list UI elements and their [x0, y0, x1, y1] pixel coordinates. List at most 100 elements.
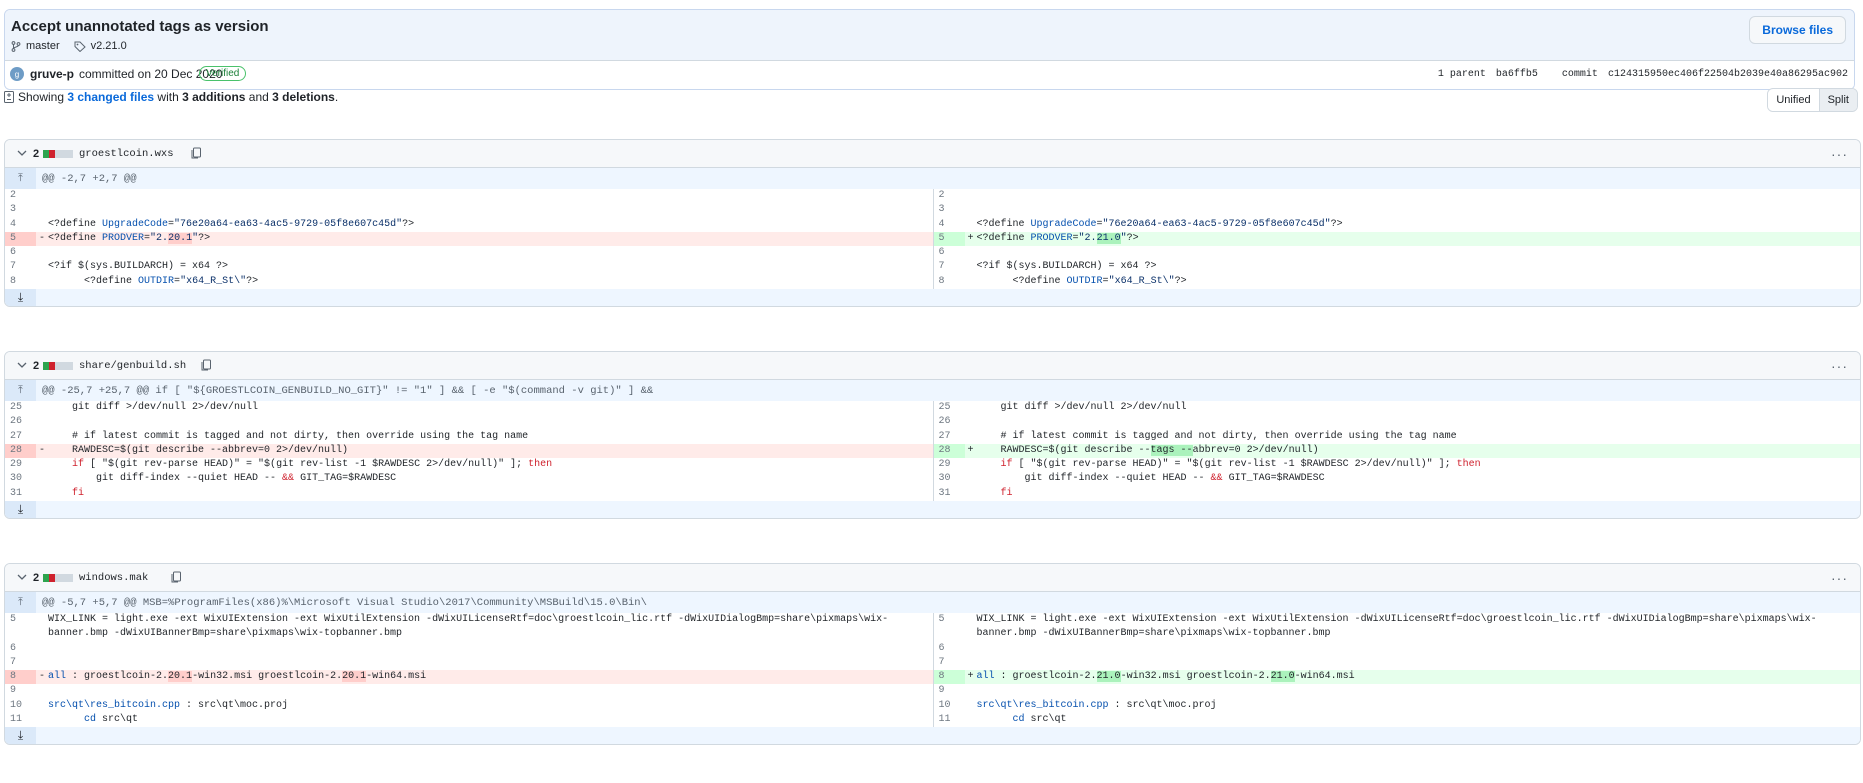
- commit-refs: master v2.21.0: [11, 40, 141, 52]
- diff-line-added: 8 + all : groestlcoin-2.21.0-win32.msi gro…: [933, 670, 1860, 685]
- commit-sha: c124315950ec406f22504b2039e40a86295ac902: [1607, 69, 1848, 80]
- diff-left: 25 git diff >/dev/null 2>/dev/null 26 27…: [5, 401, 933, 501]
- expand-row: ⤓: [5, 289, 1860, 307]
- diff-line: 9: [938, 685, 945, 697]
- diffstat: [43, 362, 73, 370]
- diff-line: 2: [10, 190, 17, 201]
- tag-ref[interactable]: v2.21.0: [74, 40, 127, 52]
- diff-right: 5 WIX_LINK = light.exe -ext WixUIExtensio…: [932, 613, 1860, 728]
- tag-name: v2.21.0: [90, 40, 127, 52]
- change-count: 2: [33, 148, 40, 160]
- diff-line: 25 git diff >/dev/null 2>/dev/null: [938, 402, 1187, 413]
- diff-line: 31 fi: [938, 487, 1013, 499]
- expand-up-icon[interactable]: ⤒: [5, 592, 36, 613]
- split-view-button[interactable]: Split: [1818, 89, 1857, 111]
- expand-down-icon[interactable]: ⤓: [5, 501, 36, 519]
- split-diff: 2 3 4 <?define UpgradeCode="76e20a64-ea63…: [5, 189, 1860, 290]
- hunk-text: @@ -5,7 +5,7 @@ MSB=%ProgramFiles(x86)%\…: [42, 596, 647, 609]
- diff-line: 8 <?define OUTDIR="x64_R_St\"?>: [938, 275, 1187, 287]
- expand-up-icon[interactable]: ⤒: [5, 380, 36, 401]
- file-header: 2 share/genbuild.sh ···: [5, 352, 1860, 380]
- copy-icon[interactable]: [201, 359, 212, 371]
- diff-line: 30 git diff-index --quiet HEAD -- && GIT…: [938, 473, 1325, 485]
- hunk-header: ⤒ @@ -25,7 +25,7 @@ if [ "${GROESTLCOIN_…: [5, 380, 1860, 401]
- parent-label: 1 parent: [1437, 69, 1486, 80]
- commit-header: Accept unannotated tags as version maste…: [4, 9, 1855, 90]
- diff-line: 6: [938, 247, 945, 259]
- diff-line: 3: [938, 204, 945, 216]
- diff-right: 2 3 4 <?define UpgradeCode="76e20a64-ea63…: [932, 189, 1860, 290]
- commit-title: Accept unannotated tags as version: [11, 18, 269, 35]
- file-name[interactable]: share/genbuild.sh: [79, 360, 186, 372]
- file-header: 2 windows.mak ···: [5, 564, 1860, 592]
- diff-line-deleted: 28- RAWDESC=$(git describe --abbrev=0 2>…: [5, 443, 933, 459]
- summary-period: .: [334, 90, 339, 104]
- diff-line: 29 if [ "$(git rev-parse HEAD)" = "$(git…: [938, 459, 1481, 471]
- diff-line: 11 cd src\qt: [10, 714, 139, 726]
- diff-line: 25 git diff >/dev/null 2>/dev/null: [10, 402, 259, 413]
- diff-line: 8 <?define OUTDIR="x64_R_St\"?>: [10, 275, 259, 287]
- diff-line: 26: [10, 416, 23, 428]
- additions-count: 3 additions: [182, 90, 246, 104]
- copy-icon[interactable]: [171, 571, 182, 583]
- hunk-text: @@ -25,7 +25,7 @@ if [ "${GROESTLCOIN_GE…: [42, 384, 654, 397]
- diff-summary: Showing 3 changed files with 3 additions…: [4, 90, 338, 104]
- diffstat: [43, 150, 73, 158]
- parent-sha-link[interactable]: ba6ffb5: [1496, 69, 1538, 80]
- tag-icon: [74, 41, 86, 52]
- expand-down-icon[interactable]: ⤓: [5, 727, 36, 745]
- file-menu-kebab-icon[interactable]: ···: [1831, 358, 1848, 374]
- file-diff-groestlcoin-wxs: 2 groestlcoin.wxs ··· ⤒ @@ -2,7 +2,7 @@ …: [4, 139, 1861, 308]
- file-name[interactable]: groestlcoin.wxs: [79, 148, 174, 160]
- copy-icon[interactable]: [191, 147, 202, 159]
- hunk-header: ⤒ @@ -2,7 +2,7 @@: [5, 168, 1860, 189]
- diffstat: [43, 574, 73, 582]
- branch-icon: [11, 40, 21, 52]
- chevron-down-icon[interactable]: [17, 149, 27, 157]
- diff-line-deleted: 8- all : groestlcoin-2.20.1-win32.msi gro…: [5, 670, 933, 685]
- expand-down-icon[interactable]: ⤓: [5, 289, 36, 307]
- expand-row: ⤓: [5, 501, 1860, 519]
- diff-line: 5 WIX_LINK = light.exe -ext WixUIExtensio…: [938, 614, 1817, 640]
- avatar[interactable]: g: [10, 67, 24, 81]
- commit-meta: g gruve-p committed on 20 Dec 2020 Verif…: [5, 61, 1854, 89]
- diff-line: 7: [10, 656, 17, 668]
- summary-showing: Showing: [18, 90, 65, 104]
- diff-line: 2: [938, 190, 945, 201]
- branch-ref[interactable]: master: [11, 40, 60, 52]
- diff-line: 4 <?define UpgradeCode="76e20a64-ea63-4ac…: [10, 218, 415, 230]
- chevron-down-icon[interactable]: [17, 573, 27, 581]
- diff-line: 5 WIX_LINK = light.exe -ext WixUIExtensio…: [10, 614, 889, 640]
- file-menu-kebab-icon[interactable]: ···: [1831, 146, 1848, 162]
- diff-line: 9: [10, 685, 17, 697]
- diff-line: 4 <?define UpgradeCode="76e20a64-ea63-4ac…: [938, 218, 1343, 230]
- diff-line: 27 # if latest commit is tagged and not …: [938, 430, 1457, 442]
- diff-line: 6: [10, 247, 17, 259]
- author-link[interactable]: gruve-p: [30, 67, 74, 81]
- changed-files-link[interactable]: 3 changed files: [67, 90, 154, 104]
- split-diff: 5 WIX_LINK = light.exe -ext WixUIExtensio…: [5, 613, 1860, 728]
- diff-line: 6: [938, 642, 945, 654]
- split-diff: 25 git diff >/dev/null 2>/dev/null 26 27…: [5, 401, 1860, 502]
- file-menu-kebab-icon[interactable]: ···: [1831, 570, 1848, 586]
- change-count: 2: [33, 360, 40, 372]
- browse-files-button[interactable]: Browse files: [1749, 16, 1846, 44]
- file-name[interactable]: windows.mak: [79, 572, 148, 584]
- hunk-text: @@ -2,7 +2,7 @@: [42, 172, 137, 185]
- file-diff-windows-mak: 2 windows.mak ··· ⤒ @@ -5,7 +5,7 @@ MSB=…: [4, 563, 1861, 746]
- diff-line: 27 # if latest commit is tagged and not …: [10, 430, 529, 442]
- diff-line: 10 src\qt\res_bitcoin.cpp : src\qt\moc.pr…: [10, 699, 289, 711]
- summary-with: with: [157, 90, 179, 104]
- chevron-down-icon[interactable]: [17, 361, 27, 369]
- diff-line: 10 src\qt\res_bitcoin.cpp : src\qt\moc.pr…: [938, 699, 1217, 711]
- commit-label: commit: [1561, 69, 1598, 80]
- diff-line: 6: [10, 642, 17, 654]
- diff-line-added: 28 + RAWDESC=$(git describe --tags --abbr…: [933, 443, 1860, 459]
- expand-up-icon[interactable]: ⤒: [5, 168, 36, 189]
- verified-badge[interactable]: Verified: [199, 66, 247, 81]
- file-diff-icon: [4, 91, 14, 103]
- branch-name: master: [26, 40, 60, 52]
- diff-line-added: 5 + <?define PRODVER="2.21.0"?>: [933, 231, 1860, 247]
- diff-line: 26: [938, 416, 951, 428]
- unified-view-button[interactable]: Unified: [1768, 89, 1819, 111]
